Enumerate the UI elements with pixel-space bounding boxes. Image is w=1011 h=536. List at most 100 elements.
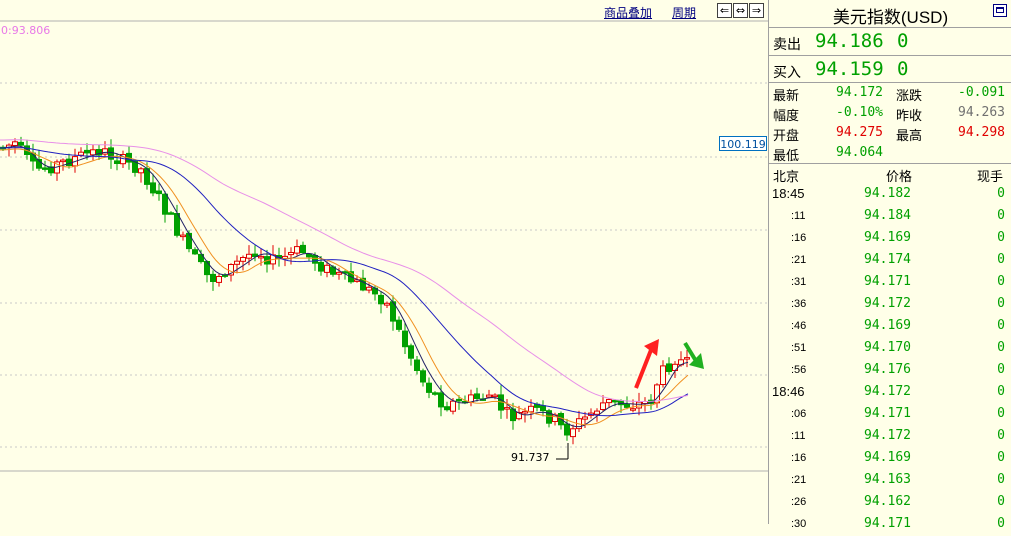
kline-chart[interactable]: 商品叠加 周期 ⇐ ⇔ ⇒ 0:93.806 100.119 91.737 — [0, 0, 768, 524]
tick-time: :26 — [791, 496, 807, 508]
candle — [570, 428, 576, 438]
tick-time: :11 — [791, 210, 806, 222]
buy-label: 买入 — [773, 64, 801, 80]
candle — [600, 402, 606, 410]
scroll-right-button[interactable]: ⇒ — [749, 3, 764, 18]
tick-price: 94.169 — [864, 318, 911, 333]
tick-volume: 0 — [997, 362, 1005, 377]
period-link[interactable]: 周期 — [672, 4, 696, 21]
tick-volume: 0 — [997, 296, 1005, 311]
divider — [769, 82, 1011, 83]
candle — [192, 249, 198, 255]
tick-volume: 0 — [997, 494, 1005, 509]
candle — [258, 255, 264, 259]
tick-price: 94.162 — [864, 494, 911, 509]
tick-row: 18:46 94.172 0 — [769, 382, 1011, 404]
tick-volume: 0 — [997, 406, 1005, 421]
candle — [306, 253, 312, 258]
sell-price: 94.186 — [815, 30, 884, 52]
tick-row: :31 94.171 0 — [769, 272, 1011, 294]
tick-time: :21 — [791, 474, 807, 486]
sell-volume: 0 — [897, 30, 909, 52]
candle — [456, 398, 462, 402]
candle — [450, 400, 456, 412]
tick-price: 94.172 — [864, 296, 911, 311]
tick-row: :11 94.172 0 — [769, 426, 1011, 448]
candle — [210, 273, 216, 282]
tick-time: :56 — [791, 364, 807, 376]
candle — [432, 392, 438, 395]
scroll-left-button[interactable]: ⇐ — [717, 3, 732, 18]
candle — [504, 407, 510, 410]
candle — [114, 160, 120, 164]
chart-canvas[interactable] — [0, 0, 768, 524]
candle — [420, 370, 426, 383]
tick-price: 94.170 — [864, 340, 911, 355]
tick-price: 94.184 — [864, 208, 911, 223]
change-label: 涨跌 — [896, 88, 923, 103]
tick-price: 94.172 — [864, 428, 911, 443]
divider — [769, 163, 1011, 164]
tick-row: :16 94.169 0 — [769, 228, 1011, 250]
price-axis-tag: 100.119 — [719, 136, 767, 151]
candle — [162, 193, 168, 215]
tick-price: 94.171 — [864, 274, 911, 289]
candle — [384, 302, 390, 306]
tick-time: :11 — [791, 430, 806, 442]
tick-price: 94.163 — [864, 472, 911, 487]
candle — [672, 363, 678, 371]
amplitude-value: -0.10% — [836, 105, 883, 120]
tick-row: :30 94.171 0 — [769, 514, 1011, 536]
tick-row: :46 94.169 0 — [769, 316, 1011, 338]
candle — [624, 403, 630, 408]
tick-time: :36 — [791, 298, 807, 310]
candle — [396, 319, 402, 330]
candle — [582, 416, 588, 420]
candle — [234, 260, 240, 265]
buy-volume: 0 — [897, 58, 909, 80]
tick-row: :16 94.169 0 — [769, 448, 1011, 470]
candle — [240, 257, 246, 262]
overlay-link[interactable]: 商品叠加 — [604, 4, 652, 21]
tick-volume: 0 — [997, 450, 1005, 465]
tick-time: :16 — [791, 232, 807, 244]
candle — [60, 159, 66, 163]
candle — [294, 246, 300, 254]
candle — [150, 182, 156, 194]
candle — [426, 382, 432, 393]
prev-close-label: 昨收 — [896, 108, 923, 123]
quote-panel: 美元指数(USD) 卖出 94.186 0 买入 94.159 0 最新 94.… — [768, 0, 1011, 531]
high-value: 94.298 — [958, 125, 1005, 140]
maximize-icon[interactable] — [993, 4, 1007, 17]
zoom-button[interactable]: ⇔ — [733, 3, 748, 18]
ticks-time-header: 北京 — [773, 169, 800, 184]
candle — [630, 408, 636, 411]
up-arrow-icon — [634, 349, 653, 389]
tick-time: :31 — [791, 276, 807, 288]
tick-price: 94.169 — [864, 230, 911, 245]
candle — [444, 406, 450, 411]
open-value: 94.275 — [836, 125, 883, 140]
tick-time: :30 — [791, 518, 807, 530]
ma-line-mid — [0, 148, 689, 426]
tick-time: :16 — [791, 452, 807, 464]
tick-volume: 0 — [997, 186, 1005, 201]
candle — [594, 410, 600, 415]
low-price-marker: 91.737 — [511, 451, 550, 464]
candle — [474, 393, 480, 399]
tick-row: :56 94.176 0 — [769, 360, 1011, 382]
candle — [684, 357, 690, 360]
candle — [564, 423, 570, 436]
candle — [366, 286, 372, 291]
candle — [102, 148, 108, 155]
candle — [186, 232, 192, 250]
tick-volume: 0 — [997, 252, 1005, 267]
tick-time: 18:45 — [772, 186, 805, 201]
open-label: 开盘 — [773, 128, 800, 143]
ma-value-readout: 0:93.806 — [1, 24, 51, 37]
candle — [156, 190, 162, 195]
candle — [540, 405, 546, 412]
candle — [438, 392, 444, 408]
candle — [78, 151, 84, 156]
tick-volume: 0 — [997, 208, 1005, 223]
